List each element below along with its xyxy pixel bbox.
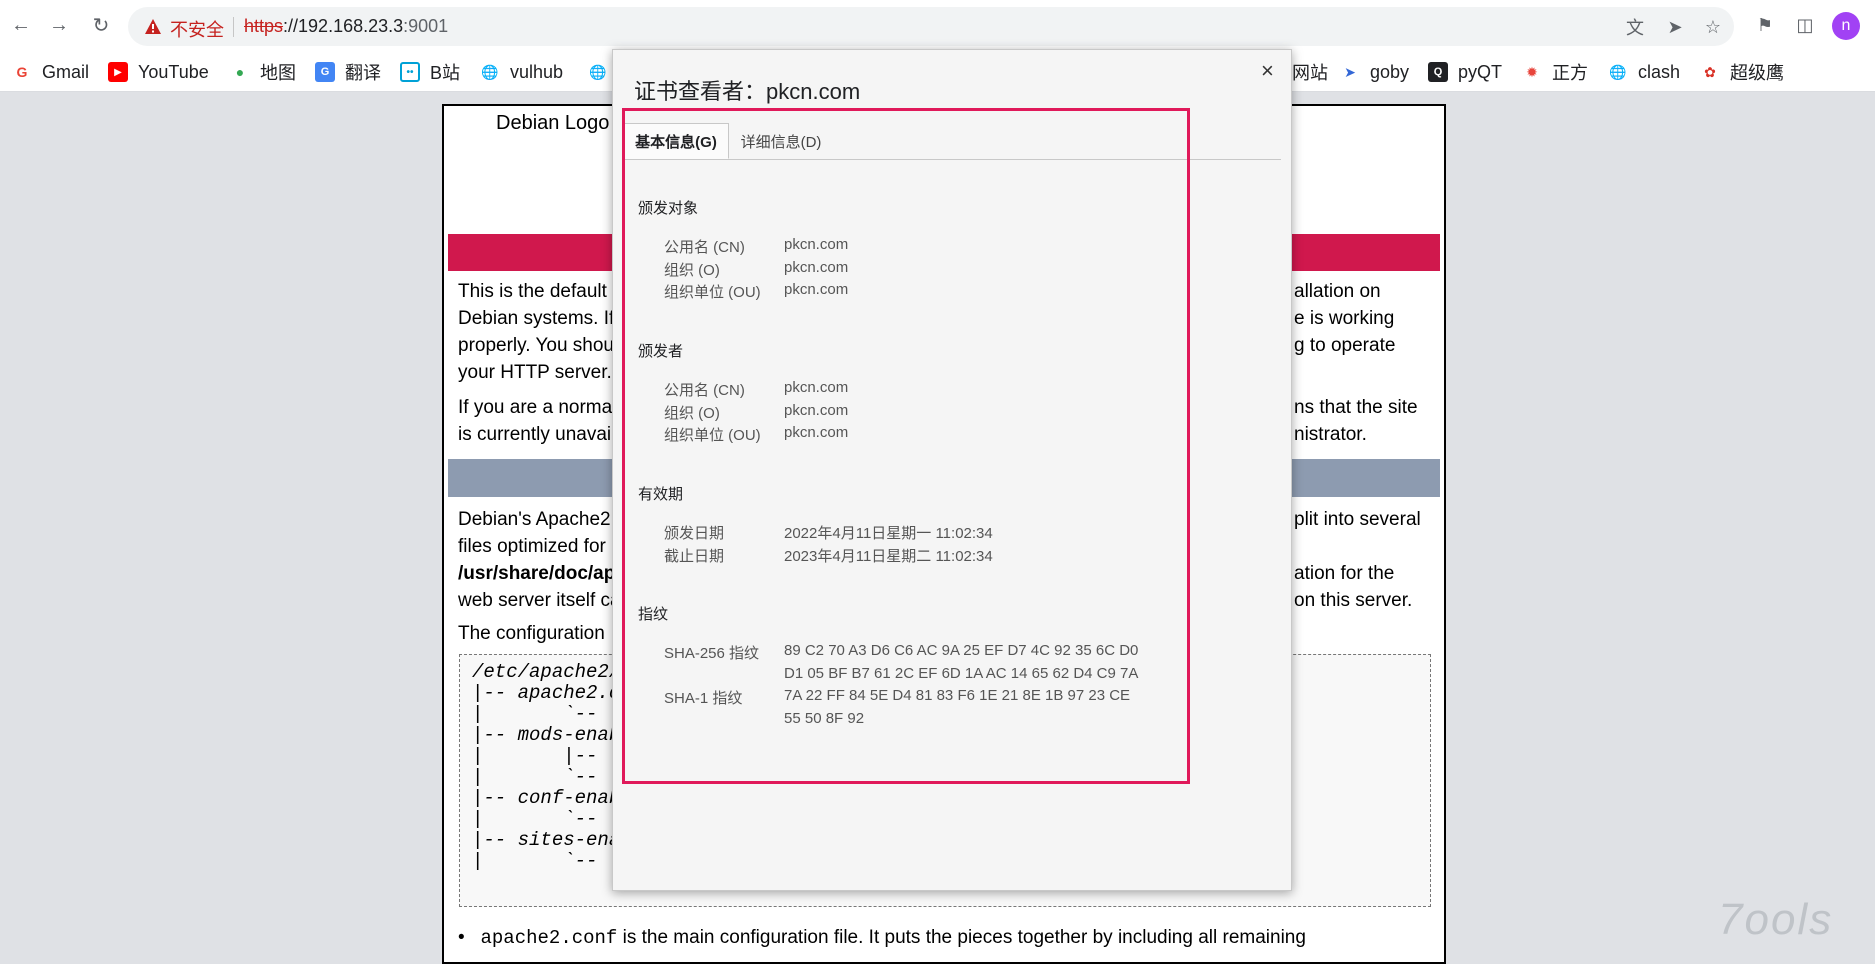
bilibili-icon: •• <box>400 62 420 82</box>
config-intro: The configuration <box>458 623 605 644</box>
bookmark-gmail[interactable]: G Gmail <box>12 59 89 85</box>
bookmark-site[interactable]: 网站 <box>1292 59 1328 85</box>
goby-icon: ➤ <box>1344 63 1356 80</box>
bookmark-maps[interactable]: ● 地图 <box>230 59 296 85</box>
bookmark-translate[interactable]: G 翻译 <box>315 59 381 85</box>
config-overview-text-right: plit into several ation for the on this se… <box>1294 509 1421 611</box>
bullet-icon: • <box>458 927 465 948</box>
star-icon[interactable]: ☆ <box>1702 16 1724 38</box>
zhengfang-icon: ✹ <box>1526 63 1538 80</box>
divider <box>233 17 234 37</box>
bookmark-youtube[interactable]: ▶ YouTube <box>108 59 209 85</box>
extensions-icon[interactable]: ⚑ <box>1754 14 1776 36</box>
warning-icon[interactable] <box>144 18 162 36</box>
bookmark-pyqt[interactable]: QpyQT <box>1428 59 1502 85</box>
close-icon[interactable]: × <box>1261 58 1274 84</box>
bookmark-zhengfang[interactable]: ✹ 正方 <box>1522 59 1588 85</box>
bookmark-bilibili[interactable]: •• B站 <box>400 59 460 85</box>
browser-toolbar: ← → ↻ 不安全 https://192.168.23.3:9001 文 ➤ … <box>0 0 1875 53</box>
avatar[interactable]: n <box>1832 12 1860 40</box>
bookmark-chaojiying[interactable]: ✿ 超级鹰 <box>1700 59 1784 85</box>
intro-text: This is the default Debian systems. If pro… <box>458 281 615 383</box>
insecure-label[interactable]: 不安全 <box>170 16 224 42</box>
pyqt-icon: Q <box>1428 62 1448 82</box>
address-bar[interactable]: 不安全 https://192.168.23.3:9001 文 ➤ ☆ <box>128 7 1734 46</box>
config-overview-text: Debian's Apache2 files optimized for/usr/… <box>458 509 621 611</box>
annotation-highlight-box <box>622 108 1190 784</box>
globe-icon: 🌐 <box>589 63 607 80</box>
debian-logo: Debian Logo <box>496 112 610 134</box>
url-text[interactable]: https://192.168.23.3:9001 <box>244 16 448 37</box>
maps-icon: ● <box>235 64 245 80</box>
translate-icon: G <box>315 62 335 82</box>
globe-icon: 🌐 <box>1609 63 1627 80</box>
bookmark-goby[interactable]: ➤ goby <box>1340 59 1409 85</box>
side-panel-icon[interactable]: ◫ <box>1794 14 1816 36</box>
intro-text-right: allation on e is working g to operate <box>1294 281 1396 356</box>
back-arrow-icon[interactable]: ← <box>8 12 34 38</box>
globe-icon: 🌐 <box>481 63 499 80</box>
eagle-icon: ✿ <box>1704 63 1716 80</box>
bullet-item: • apache2.conf is the main configuration… <box>458 927 1306 949</box>
tools-watermark: 7ools <box>1718 895 1834 944</box>
forward-arrow-icon[interactable]: → <box>46 12 72 38</box>
reload-icon[interactable]: ↻ <box>88 12 114 38</box>
youtube-icon: ▶ <box>108 62 128 82</box>
gmail-icon: G <box>16 64 28 80</box>
user-text: If you are a norma is currently unavai <box>458 397 613 445</box>
bookmark-vulhub[interactable]: 🌐 vulhub <box>480 59 563 85</box>
bookmark-clash[interactable]: 🌐 clash <box>1608 59 1680 85</box>
user-text-right: ns that the site nistrator. <box>1294 397 1418 445</box>
dialog-title: 证书查看者：pkcn.com <box>634 79 861 104</box>
translate-icon[interactable]: 文 <box>1624 16 1646 38</box>
send-icon[interactable]: ➤ <box>1664 16 1686 38</box>
